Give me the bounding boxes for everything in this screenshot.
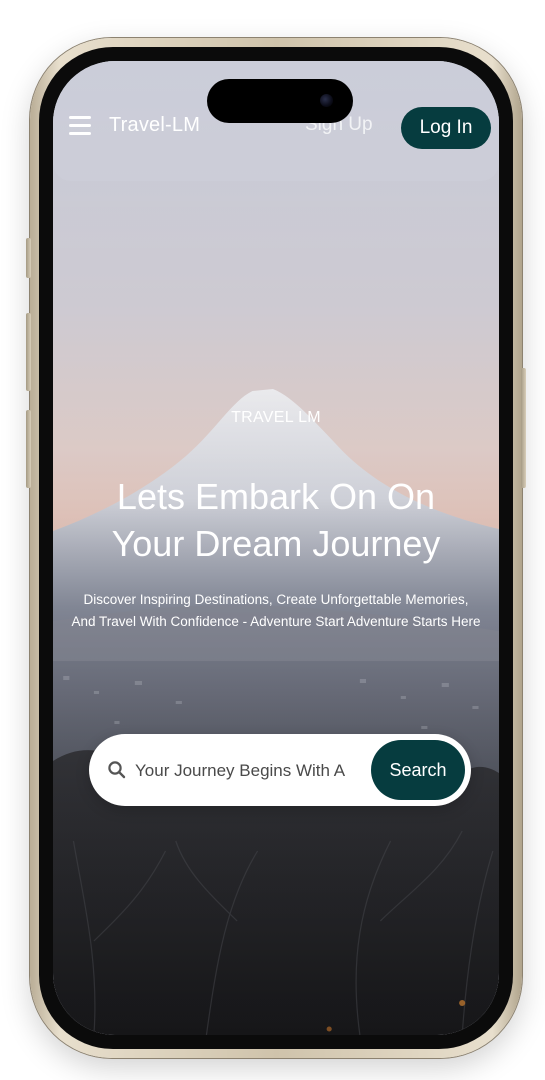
hamburger-menu-icon[interactable] xyxy=(69,116,91,136)
hero-title-line-1: Lets Embark On On xyxy=(116,476,436,517)
hero-subtitle: Discover Inspiring Destinations, Create … xyxy=(71,592,481,629)
volume-down-button xyxy=(26,410,31,488)
volume-up-button xyxy=(26,313,31,391)
phone-frame: Travel-LM Sign Up Log In TRAVEL LM Lets … xyxy=(26,38,526,1058)
brand-logo-text[interactable]: Travel-LM xyxy=(109,114,200,137)
action-button xyxy=(26,238,31,278)
search-icon xyxy=(108,761,126,779)
search-button[interactable]: Search xyxy=(371,740,465,800)
search-input[interactable] xyxy=(133,754,377,788)
dynamic-island xyxy=(207,79,353,123)
hero-eyebrow: TRAVEL LM xyxy=(231,409,321,426)
front-camera-icon xyxy=(320,94,333,107)
hero-title: Lets Embark On On Your Dream Journey xyxy=(53,473,499,567)
hero-title-line-2: Your Dream Journey xyxy=(111,523,441,564)
search-bar: Search xyxy=(89,734,471,806)
bezel: Travel-LM Sign Up Log In TRAVEL LM Lets … xyxy=(39,47,513,1049)
log-in-button[interactable]: Log In xyxy=(401,107,491,149)
power-button xyxy=(521,368,526,488)
hero-section: TRAVEL LM Lets Embark On On Your Dream J… xyxy=(53,409,499,633)
screen: Travel-LM Sign Up Log In TRAVEL LM Lets … xyxy=(53,61,499,1035)
